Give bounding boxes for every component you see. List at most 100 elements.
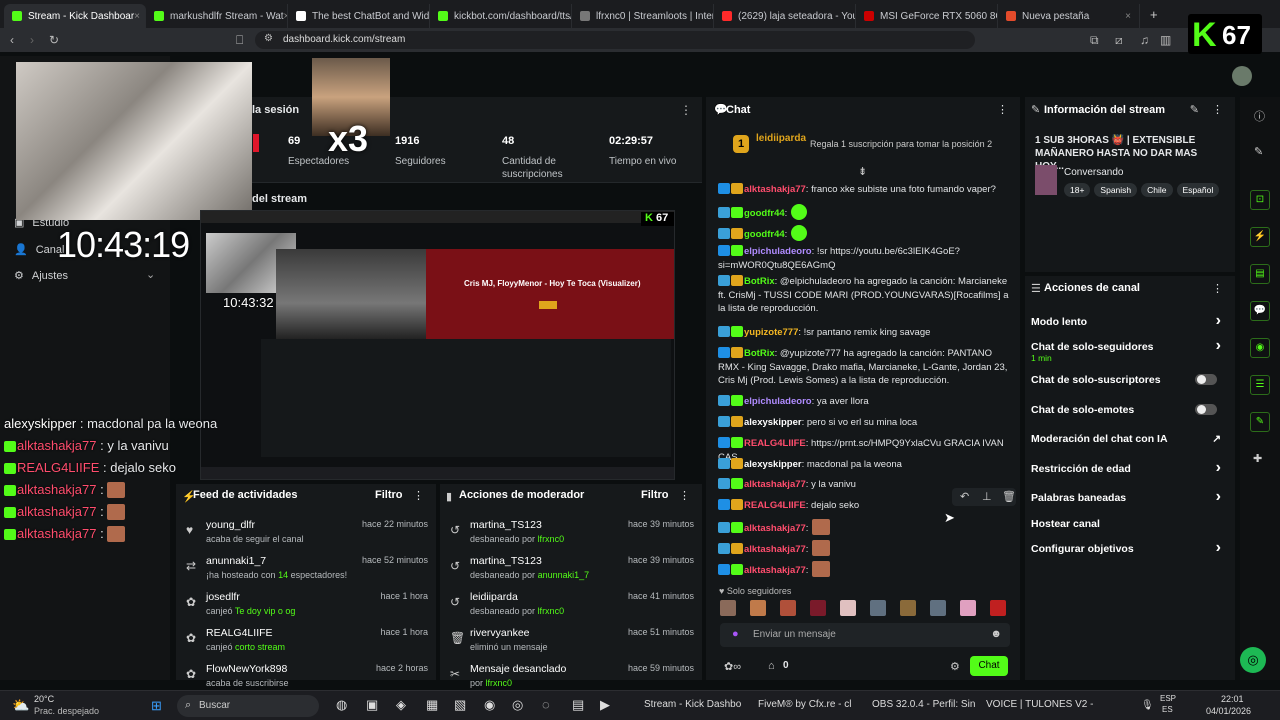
rail-button-1[interactable]: ⊡ [1250, 190, 1270, 210]
stream-tag[interactable]: 18+ [1064, 183, 1091, 197]
bookmark-icon[interactable]: ⎕ [236, 33, 243, 48]
reply-icon[interactable]: ↶ [960, 490, 969, 503]
chat-username[interactable]: REALG4LIIFE [744, 500, 806, 511]
close-icon[interactable]: × [1125, 11, 1131, 22]
browser-tab[interactable]: Nueva pestaña × [998, 4, 1140, 28]
sidebar-icon[interactable]: ▥ [1160, 33, 1171, 47]
avatar[interactable] [1232, 66, 1252, 86]
chat-message[interactable]: alktashakja77: [718, 540, 1010, 557]
screenshot-icon[interactable]: ⧄ [1115, 33, 1123, 48]
gift-prompt[interactable]: Regala 1 suscripción para tomar la posic… [810, 139, 992, 149]
gear-icon[interactable]: ⚙ [950, 660, 960, 673]
feed-item[interactable]: ⇄ anunnaki1_7 ¡ha hosteado con 14 espectad… [176, 555, 436, 591]
chat-username[interactable]: BotRix [744, 276, 775, 287]
chat-message[interactable]: elpichuladeoro: ya aver llora [718, 395, 1010, 409]
media-icon[interactable]: ♫ [1140, 33, 1149, 47]
taskbar-app-icon[interactable]: ◉ [484, 697, 495, 713]
chat-username[interactable]: alexyskipper [744, 417, 802, 428]
channel-action[interactable]: Chat de solo-seguidores 1 min › [1031, 337, 1227, 363]
chat-message[interactable]: alktashakja77: [718, 561, 1010, 578]
chat-username[interactable]: alktashakja77 [744, 544, 806, 555]
chat-username[interactable]: BotRix [744, 348, 775, 359]
emote-icon[interactable] [720, 600, 736, 616]
emote-icon[interactable] [810, 600, 826, 616]
mic-icon[interactable]: 🎙 [1141, 700, 1154, 711]
taskbar-app[interactable]: Stream - Kick Dashbo [644, 699, 741, 710]
windows-start-icon[interactable]: ⊞ [151, 698, 162, 714]
address-bar[interactable]: dashboard.kick.com/stream [255, 31, 975, 49]
stream-preview[interactable]: K 67 Cris MJ, FloyyMenor - Hoy Te Toca (… [200, 210, 675, 480]
rail-button-6[interactable]: ☰ [1250, 375, 1270, 395]
browser-tab[interactable]: markushdlfr Stream - Wat× [146, 4, 288, 28]
back-icon[interactable]: ‹ [10, 33, 14, 47]
browser-tab[interactable]: lfrxnc0 | Streamloots | Interac× [572, 4, 714, 28]
modactions-item[interactable]: 🗑 rivervyankee eliminó un mensaje hace 51 m… [440, 627, 702, 663]
taskbar-app[interactable]: VOICE | TULONES V2 - [986, 699, 1093, 710]
channel-action[interactable]: Chat de solo-emotes [1031, 404, 1227, 416]
taskbar-app-icon[interactable]: ◍ [336, 697, 347, 713]
emote-icon[interactable] [780, 600, 796, 616]
language-indicator[interactable]: ESP [1160, 694, 1176, 703]
chat-message[interactable]: alexyskipper: macdonal pa la weona [718, 458, 1010, 472]
forward-icon[interactable]: › [30, 33, 34, 47]
toggle-switch[interactable] [1195, 374, 1217, 385]
taskbar-app-icon[interactable]: ▶ [600, 697, 610, 713]
rail-button-4[interactable]: 💬 [1250, 301, 1270, 321]
emote-icon[interactable] [840, 600, 856, 616]
modactions-item[interactable]: ↺ leidiiparda desbaneado por lfrxnc0 hace 4… [440, 591, 702, 627]
more-icon[interactable]: ⋮ [997, 103, 1008, 116]
rail-button-2[interactable]: ⚡ [1250, 227, 1270, 247]
modactions-item[interactable]: ↺ martina_TS123 desbaneado por anunnaki1_7… [440, 555, 702, 591]
chat-username[interactable]: alktashakja77 [744, 184, 806, 195]
rail-button-5[interactable]: ◉ [1250, 338, 1270, 358]
channel-action[interactable]: Palabras baneadas › [1031, 488, 1227, 505]
feed-filter-button[interactable]: Filtro [375, 489, 403, 501]
chat-message[interactable]: goodfr44: [718, 204, 1010, 221]
chat-message[interactable]: BotRix: @yupizote777 ha agregado la canc… [718, 347, 1010, 388]
stream-tag[interactable]: Spanish [1094, 183, 1138, 197]
browser-tab[interactable]: MSI GeForce RTX 5060 8G SH× [856, 4, 998, 28]
emote-icon[interactable] [900, 600, 916, 616]
channel-action[interactable]: Restricción de edad › [1031, 459, 1227, 476]
browser-tab[interactable]: (2629) laja seteadora - YouTub× [714, 4, 856, 28]
extensions-icon[interactable]: ⧉ [1090, 33, 1099, 48]
chat-username[interactable]: alexyskipper [744, 459, 802, 470]
taskbar-app-icon[interactable]: ◌ [542, 697, 550, 712]
browser-tab[interactable]: Stream - Kick Dashboar × [4, 4, 146, 28]
chat-username[interactable]: alktashakja77 [744, 565, 806, 576]
top-gifter-name[interactable]: leidiiparda [756, 133, 806, 144]
feed-item[interactable]: ✿ REALG4LIIFE canjeó corto stream hace 1 ho… [176, 627, 436, 663]
external-link-icon[interactable]: ↗ [1212, 433, 1221, 445]
more-icon[interactable]: ⋮ [679, 489, 690, 502]
stream-tag[interactable]: Chile [1141, 183, 1173, 197]
chat-username[interactable]: elpichuladeoro [744, 396, 812, 407]
feed-item[interactable]: ♥ young_dlfr acaba de seguir el canal hace … [176, 519, 436, 555]
emote-icon[interactable] [930, 600, 946, 616]
chevron-right-icon[interactable]: › [1216, 539, 1221, 557]
browser-tab[interactable]: The best ChatBot and Widget× [288, 4, 430, 28]
chevron-right-icon[interactable]: › [1216, 337, 1221, 355]
chat-username[interactable]: alktashakja77 [744, 523, 806, 534]
edit-icon[interactable]: ✎ [1190, 103, 1199, 116]
emote-icon[interactable] [960, 600, 976, 616]
feed-item[interactable]: ✿ josedlfr canjeó Te doy vip o og hace 1 ho… [176, 591, 436, 627]
chevron-right-icon[interactable]: › [1216, 312, 1221, 330]
close-icon[interactable]: × [134, 11, 140, 22]
chat-message[interactable]: elpichuladeoro: !sr https://youtu.be/6c3… [718, 245, 1010, 272]
chat-username[interactable]: goodfr44 [744, 229, 785, 240]
emote-icon[interactable] [750, 600, 766, 616]
taskbar-app-icon[interactable]: ◎ [512, 697, 523, 713]
collapse-icon[interactable]: ⇟ [858, 165, 867, 178]
language-indicator-2[interactable]: ES [1162, 705, 1173, 714]
chat-username[interactable]: yupizote777 [744, 327, 798, 338]
clock-date[interactable]: 04/01/2026 [1206, 706, 1251, 716]
chat-message[interactable]: alexyskipper: pero si vo erl su mina loc… [718, 416, 1010, 430]
more-icon[interactable]: ⋮ [1212, 282, 1223, 295]
rail-button-3[interactable]: ▤ [1250, 264, 1270, 284]
new-tab-icon[interactable]: + [1150, 7, 1158, 22]
chevron-down-icon[interactable]: ⌄ [146, 268, 155, 281]
taskbar-app-icon[interactable]: ▧ [454, 697, 466, 713]
chevron-right-icon[interactable]: › [1216, 459, 1221, 477]
emote-icon[interactable] [870, 600, 886, 616]
toggle-switch[interactable] [1195, 404, 1217, 415]
